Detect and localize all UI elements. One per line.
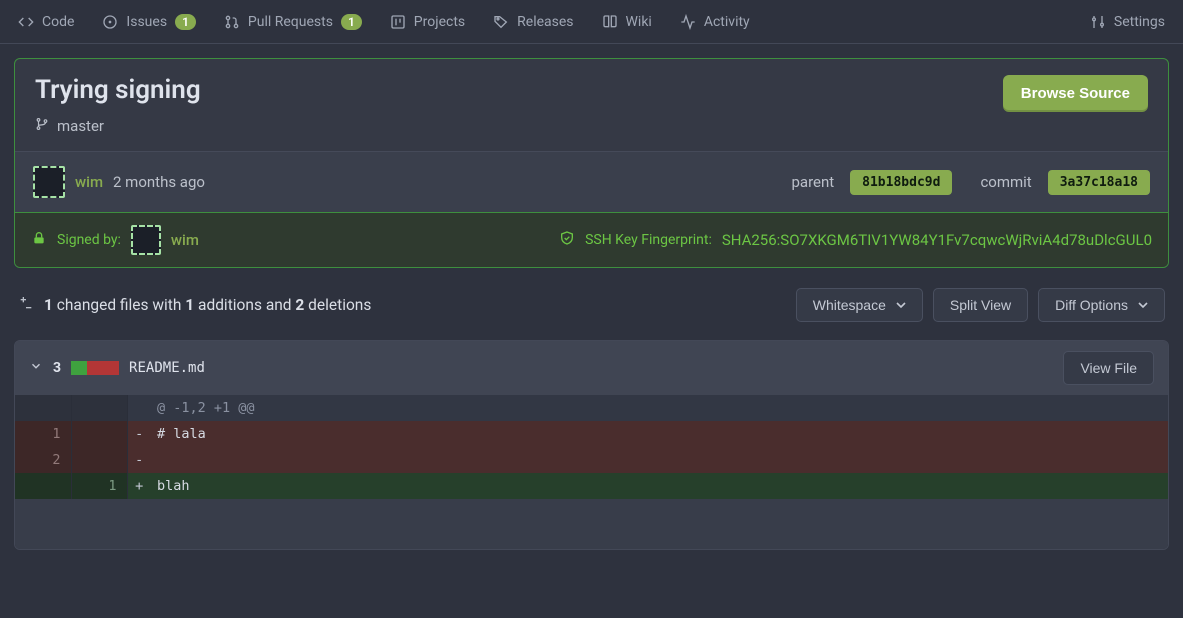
signed-by-label: Signed by: bbox=[57, 232, 121, 248]
tab-pull-requests[interactable]: Pull Requests 1 bbox=[224, 14, 362, 30]
diff-line-deleted: 2 - bbox=[15, 447, 1168, 473]
diff-table: @ -1,2 +1 @@ 1 - # lala 2 - 1 + blah bbox=[15, 395, 1168, 549]
commit-title: Trying signing bbox=[35, 75, 201, 105]
tab-label: Releases bbox=[517, 14, 573, 30]
split-view-button[interactable]: Split View bbox=[933, 288, 1028, 322]
tab-wiki[interactable]: Wiki bbox=[602, 14, 652, 30]
parent-label: parent bbox=[791, 173, 834, 191]
branch-name[interactable]: master bbox=[57, 117, 104, 135]
tab-label: Wiki bbox=[626, 14, 652, 30]
commit-time: 2 months ago bbox=[113, 173, 205, 191]
view-file-button[interactable]: View File bbox=[1063, 351, 1154, 385]
chevron-down-icon bbox=[896, 300, 906, 310]
tab-issues[interactable]: Issues 1 bbox=[102, 14, 196, 30]
tag-icon bbox=[493, 14, 509, 30]
commit-sha[interactable]: 3a37c18a18 bbox=[1048, 170, 1150, 195]
shield-icon bbox=[559, 230, 575, 250]
lock-icon bbox=[31, 230, 47, 250]
avatar[interactable] bbox=[33, 166, 65, 198]
commit-label: commit bbox=[980, 173, 1031, 191]
chevron-down-icon bbox=[1138, 300, 1148, 310]
fingerprint-label: SSH Key Fingerprint: bbox=[585, 232, 712, 248]
diffstat-bar bbox=[71, 361, 119, 375]
issue-icon bbox=[102, 14, 118, 30]
project-icon bbox=[390, 14, 406, 30]
file-diff: 3 README.md View File @ -1,2 +1 @@ 1 - #… bbox=[14, 340, 1169, 550]
signature-row: Signed by: wim SSH Key Fingerprint: SHA2… bbox=[15, 212, 1168, 267]
git-pull-request-icon bbox=[224, 14, 240, 30]
commit-box: Trying signing master Browse Source wim … bbox=[14, 58, 1169, 268]
avatar[interactable] bbox=[131, 225, 161, 255]
tab-releases[interactable]: Releases bbox=[493, 14, 573, 30]
diff-summary: 1 changed files with 1 additions and 2 d… bbox=[44, 296, 371, 314]
signed-author[interactable]: wim bbox=[171, 231, 199, 249]
tab-label: Settings bbox=[1114, 14, 1165, 30]
diff-icon bbox=[18, 295, 34, 315]
prs-badge: 1 bbox=[341, 14, 362, 30]
diff-options-dropdown[interactable]: Diff Options bbox=[1038, 288, 1165, 322]
diff-line-added: 1 + blah bbox=[15, 473, 1168, 499]
tab-label: Code bbox=[42, 14, 74, 30]
issues-badge: 1 bbox=[175, 14, 196, 30]
file-name[interactable]: README.md bbox=[129, 360, 205, 376]
collapse-toggle[interactable] bbox=[29, 359, 43, 377]
diff-line-deleted: 1 - # lala bbox=[15, 421, 1168, 447]
branch-icon bbox=[35, 117, 49, 135]
activity-icon bbox=[680, 14, 696, 30]
change-count: 3 bbox=[53, 360, 61, 376]
hunk-header: @ -1,2 +1 @@ bbox=[15, 395, 1168, 421]
parent-sha[interactable]: 81b18bdc9d bbox=[850, 170, 952, 195]
author-link[interactable]: wim bbox=[75, 173, 103, 191]
settings-icon bbox=[1090, 14, 1106, 30]
tab-label: Issues bbox=[126, 14, 167, 30]
tab-label: Pull Requests bbox=[248, 14, 333, 30]
tab-code[interactable]: Code bbox=[18, 14, 74, 30]
book-icon bbox=[602, 14, 618, 30]
tab-activity[interactable]: Activity bbox=[680, 14, 750, 30]
tab-projects[interactable]: Projects bbox=[390, 14, 465, 30]
browse-source-button[interactable]: Browse Source bbox=[1003, 75, 1148, 112]
code-icon bbox=[18, 14, 34, 30]
tab-label: Projects bbox=[414, 14, 465, 30]
fingerprint-value: SHA256:SO7XKGM6TIV1YW84Y1Fv7cqwcWjRviA4d… bbox=[722, 231, 1152, 249]
tab-settings[interactable]: Settings bbox=[1090, 14, 1165, 30]
tab-label: Activity bbox=[704, 14, 750, 30]
repo-tabs: Code Issues 1 Pull Requests 1 Projects R… bbox=[0, 0, 1183, 44]
whitespace-dropdown[interactable]: Whitespace bbox=[796, 288, 923, 322]
